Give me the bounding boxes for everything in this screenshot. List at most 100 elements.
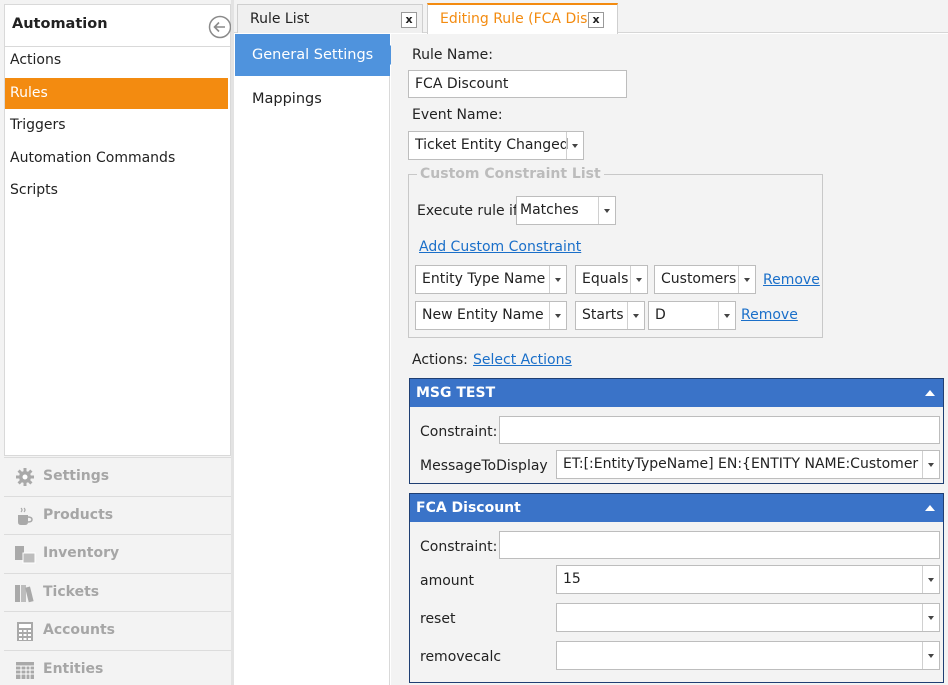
category-inventory[interactable]: Inventory — [4, 534, 231, 572]
constraint-field-select[interactable]: Entity Type Name — [415, 265, 567, 294]
settings-nav-label: General Settings — [252, 47, 374, 63]
tab-rule-list[interactable]: Rule List x — [237, 4, 423, 33]
chevron-down-icon[interactable] — [922, 566, 939, 593]
category-label: Entities — [43, 661, 104, 677]
category-label: Accounts — [43, 622, 116, 638]
sidebar-item-label: Automation Commands — [10, 150, 176, 166]
books-icon — [15, 585, 34, 603]
circle-arrow-left-icon[interactable] — [208, 15, 232, 39]
coffee-cup-icon — [18, 507, 33, 525]
category-products[interactable]: Products — [4, 496, 231, 534]
event-name-value: Ticket Entity Changed — [415, 137, 569, 153]
sidebar-item-actions[interactable]: Actions — [5, 45, 228, 76]
action-header[interactable]: MSG TEST — [410, 379, 943, 407]
removecalc-input[interactable] — [556, 641, 940, 670]
panel-title: Automation — [12, 16, 108, 32]
constraint-label: Constraint: — [420, 424, 498, 440]
action-header[interactable]: FCA Discount — [410, 494, 943, 522]
constraint-field-value: Entity Type Name — [422, 271, 546, 287]
constraint-value-select[interactable]: Customers — [654, 265, 756, 294]
sidebar-item-label: Triggers — [10, 117, 66, 133]
category-label: Inventory — [43, 545, 120, 561]
rule-name-label: Rule Name: — [412, 47, 493, 63]
tab-label: Editing Rule (FCA Disc — [440, 11, 588, 27]
reset-input[interactable] — [556, 603, 940, 632]
category-settings[interactable]: Settings — [4, 457, 231, 495]
collapse-icon[interactable] — [925, 390, 935, 396]
chevron-down-icon[interactable] — [598, 197, 615, 224]
constraint-operator-value: Starts — [582, 307, 624, 323]
category-label: Products — [43, 507, 114, 523]
group-title: Custom Constraint List — [417, 166, 604, 182]
select-actions-link[interactable]: Select Actions — [473, 352, 572, 368]
remove-constraint-link[interactable]: Remove — [763, 272, 820, 288]
chevron-down-icon[interactable] — [630, 266, 647, 293]
boxes-icon — [15, 546, 36, 564]
execute-rule-label: Execute rule if — [417, 203, 518, 219]
category-label: Settings — [43, 468, 110, 484]
action-constraint-input[interactable] — [499, 416, 940, 444]
chevron-down-icon[interactable] — [566, 132, 583, 159]
sidebar-item-rules[interactable]: Rules — [5, 78, 228, 109]
chevron-down-icon[interactable] — [627, 302, 644, 329]
sidebar-item-scripts[interactable]: Scripts — [5, 175, 228, 206]
sidebar-item-label: Scripts — [10, 182, 58, 198]
constraint-field-select[interactable]: New Entity Name — [415, 301, 567, 330]
rule-editor: Rule Name: FCA Discount Event Name: Tick… — [391, 34, 948, 685]
chevron-down-icon[interactable] — [718, 302, 735, 329]
param-label: amount — [420, 573, 475, 589]
settings-nav: General Settings Mappings — [234, 34, 400, 685]
calculator-icon — [17, 622, 33, 641]
event-name-select[interactable]: Ticket Entity Changed — [408, 131, 584, 160]
remove-constraint-link[interactable]: Remove — [741, 307, 798, 323]
execute-rule-select[interactable]: Matches — [516, 196, 616, 225]
tab-bar: Rule List x Editing Rule (FCA Disc x — [234, 0, 948, 34]
constraint-value: Customers — [661, 271, 737, 287]
category-accounts[interactable]: Accounts — [4, 611, 231, 649]
constraint-operator-select[interactable]: Starts — [575, 301, 645, 330]
custom-constraint-group: Custom Constraint List Execute rule if M… — [408, 166, 823, 338]
param-label: removecalc — [420, 649, 502, 665]
chevron-down-icon[interactable] — [738, 266, 755, 293]
chevron-down-icon[interactable] — [922, 451, 939, 478]
gear-icon — [16, 468, 34, 486]
category-label: Tickets — [43, 584, 100, 600]
param-label: reset — [420, 611, 456, 627]
sidebar-item-automation-commands[interactable]: Automation Commands — [5, 143, 228, 174]
action-panel-fca-discount: FCA Discount Constraint: amount 15 reset… — [409, 493, 944, 683]
add-custom-constraint-link[interactable]: Add Custom Constraint — [419, 239, 581, 255]
close-icon[interactable]: x — [588, 12, 604, 28]
sidebar: Automation Actions Rules Triggers Automa… — [0, 0, 234, 685]
sidebar-item-triggers[interactable]: Triggers — [5, 110, 228, 141]
constraint-operator-select[interactable]: Equals — [575, 265, 648, 294]
settings-nav-mappings[interactable]: Mappings — [235, 78, 390, 120]
constraint-value-select[interactable]: D — [648, 301, 736, 330]
tab-editing-rule[interactable]: Editing Rule (FCA Disc x — [427, 3, 618, 34]
collapse-icon[interactable] — [925, 505, 935, 511]
sidebar-item-label: Actions — [10, 52, 62, 68]
constraint-value: D — [655, 307, 666, 323]
constraint-operator-value: Equals — [582, 271, 629, 287]
event-name-label: Event Name: — [412, 107, 503, 123]
chevron-down-icon[interactable] — [549, 302, 566, 329]
close-icon[interactable]: x — [401, 12, 417, 28]
amount-input[interactable]: 15 — [556, 565, 940, 594]
actions-label: Actions: — [412, 352, 468, 368]
chevron-down-icon[interactable] — [922, 604, 939, 631]
chevron-down-icon[interactable] — [922, 642, 939, 669]
action-title: MSG TEST — [416, 385, 496, 401]
chevron-down-icon[interactable] — [549, 266, 566, 293]
message-to-display-input[interactable]: ET:[:EntityTypeName] EN:{ENTITY NAME:Cus… — [556, 450, 940, 479]
constraint-label: Constraint: — [420, 539, 498, 555]
tab-label: Rule List — [250, 11, 310, 27]
param-label: MessageToDisplay — [420, 458, 548, 474]
category-tickets[interactable]: Tickets — [4, 573, 231, 611]
settings-nav-general[interactable]: General Settings — [235, 34, 400, 76]
category-entities[interactable]: Entities — [4, 650, 231, 685]
param-value: ET:[:EntityTypeName] EN:{ENTITY NAME:Cus… — [563, 456, 919, 472]
rule-name-input[interactable]: FCA Discount — [408, 70, 627, 98]
action-constraint-input[interactable] — [499, 531, 940, 559]
param-value: 15 — [563, 571, 581, 587]
action-title: FCA Discount — [416, 500, 521, 516]
constraint-field-value: New Entity Name — [422, 307, 544, 323]
